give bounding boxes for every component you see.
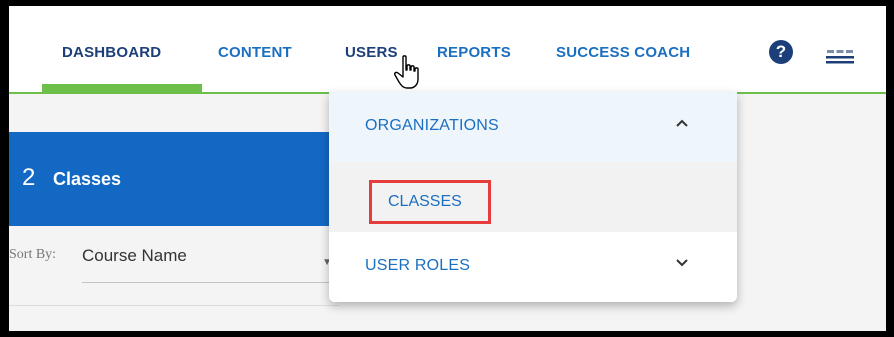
menu-item-user-roles[interactable]: USER ROLES	[329, 232, 737, 302]
menu-item-classes[interactable]: CLASSES	[329, 162, 737, 232]
menu-item-label: USER ROLES	[365, 257, 471, 274]
nav-content[interactable]: CONTENT	[218, 44, 292, 61]
organization-icon[interactable]	[826, 50, 854, 64]
top-navigation: DASHBOARD CONTENT USERS REPORTS SUCCESS …	[9, 6, 886, 94]
classes-highlight-box: CLASSES	[369, 180, 491, 224]
nav-reports[interactable]: REPORTS	[437, 44, 511, 61]
menu-item-organizations[interactable]: ORGANIZATIONS	[329, 92, 737, 162]
hand-cursor-icon	[394, 55, 419, 89]
menu-item-label: ORGANIZATIONS	[365, 117, 499, 134]
nav-users[interactable]: USERS	[345, 44, 398, 61]
sort-by-value: Course Name	[82, 246, 187, 265]
divider	[9, 305, 339, 306]
users-dropdown-menu: ORGANIZATIONS CLASSES USER ROLES	[329, 92, 737, 302]
classes-count: 2	[22, 164, 36, 191]
sort-by-label: Sort By:	[9, 247, 57, 262]
classes-title: Classes	[53, 169, 122, 189]
sort-by-select[interactable]: Course Name ▼	[82, 244, 332, 283]
active-tab-indicator	[42, 84, 202, 92]
menu-item-label: CLASSES	[388, 193, 462, 210]
app-window: DASHBOARD CONTENT USERS REPORTS SUCCESS …	[9, 6, 886, 331]
nav-success-coach[interactable]: SUCCESS COACH	[556, 44, 690, 61]
chevron-up-icon	[676, 119, 688, 127]
chevron-down-icon	[676, 259, 688, 267]
help-icon[interactable]: ?	[769, 40, 793, 64]
nav-dashboard[interactable]: DASHBOARD	[62, 44, 161, 61]
